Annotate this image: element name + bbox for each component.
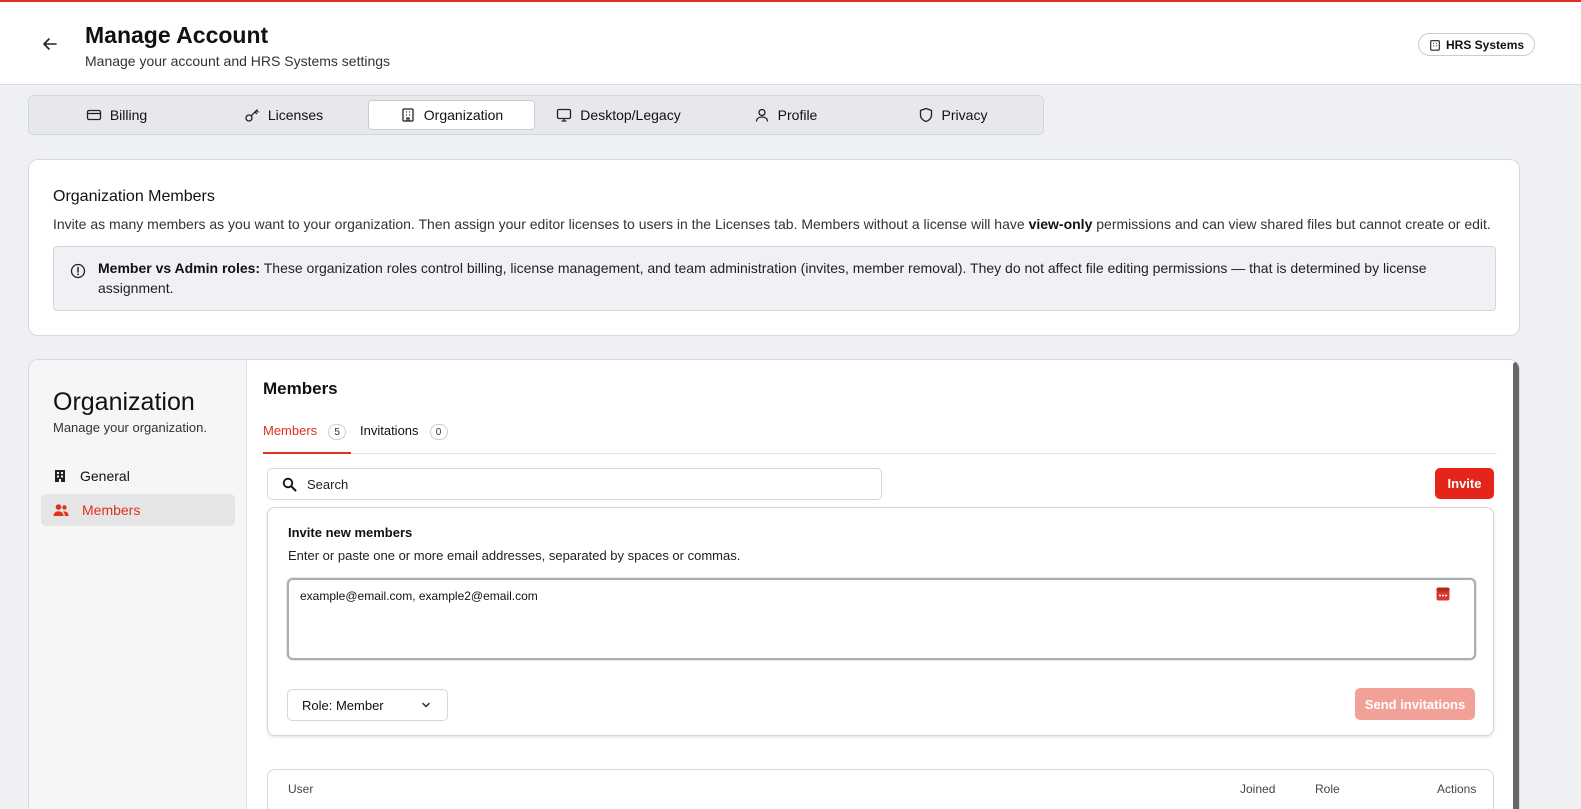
organization-panel: Organization Manage your organization. G… (28, 359, 1520, 809)
building-icon (1430, 39, 1440, 51)
members-title: Members (263, 379, 338, 398)
back-button[interactable] (36, 30, 64, 58)
org-sidebar: Organization Manage your organization. G… (29, 360, 247, 809)
sidebar-subtitle: Manage your organization. (53, 420, 207, 435)
card-description: Invite as many members as you want to yo… (53, 216, 1491, 232)
email-textarea-value: example@email.com, example2@email.com (300, 589, 538, 603)
subtab-invitations[interactable]: Invitations 0 (360, 423, 448, 454)
tab-organization[interactable]: Organization (368, 100, 535, 130)
tab-label: Billing (109, 107, 148, 123)
subtab-label: Members (263, 423, 318, 438)
subtab-label: Invitations (360, 423, 419, 438)
members-table: User Joined Role Actions (267, 769, 1494, 809)
tab-billing[interactable]: Billing (33, 100, 200, 130)
account-tabs: Billing Licenses Organization Desktop/Le… (28, 95, 1044, 135)
scrollbar[interactable] (1513, 362, 1519, 809)
count-badge: 0 (429, 424, 448, 440)
column-header-actions: Actions (1437, 782, 1477, 796)
monitor-icon (557, 108, 572, 122)
credit-card-icon (86, 109, 101, 121)
invite-panel: Invite new members Enter or paste one or… (267, 507, 1494, 736)
column-header-role[interactable]: Role (1315, 782, 1340, 796)
subtab-members[interactable]: Members 5 (263, 423, 351, 454)
tab-label: Profile (777, 107, 818, 123)
search-icon (282, 477, 297, 491)
column-header-user[interactable]: User (288, 782, 313, 796)
tab-label: Licenses (267, 107, 324, 123)
organization-members-card: Organization Members Invite as many memb… (28, 159, 1520, 336)
column-header-joined[interactable]: Joined (1240, 782, 1275, 796)
info-icon (70, 263, 86, 279)
org-chip-label: HRS Systems (1446, 37, 1525, 52)
page-header: Manage Account Manage your account and H… (0, 2, 1581, 85)
users-icon (53, 504, 69, 516)
members-subtabs: Members 5 Invitations 0 (263, 423, 1497, 454)
shield-icon (919, 107, 932, 123)
org-chip[interactable]: HRS Systems (1418, 33, 1536, 56)
sidebar-item-members[interactable]: Members (41, 494, 235, 526)
role-select[interactable]: Role: Member (287, 689, 448, 721)
tab-label: Desktop/Legacy (580, 107, 681, 123)
page-title: Manage Account (85, 22, 269, 48)
building-icon (55, 470, 65, 482)
sidebar-item-general[interactable]: General (41, 460, 235, 492)
send-invitations-button[interactable]: Send invitations (1355, 688, 1475, 720)
tab-desktop-legacy[interactable]: Desktop/Legacy (535, 100, 702, 130)
invite-panel-description: Enter or paste one or more email address… (288, 548, 741, 563)
page-subtitle: Manage your account and HRS Systems sett… (85, 53, 391, 69)
tab-label: Privacy (941, 107, 988, 123)
tab-profile[interactable]: Profile (702, 100, 869, 130)
building-icon (402, 108, 414, 122)
key-icon (245, 109, 259, 122)
sidebar-item-label: General (80, 468, 130, 484)
sidebar-item-label: Members (82, 502, 141, 518)
count-badge: 5 (328, 424, 347, 440)
view-only-emphasis: view-only (1028, 216, 1093, 232)
arrow-left-icon (43, 38, 57, 50)
roles-notice: Member vs Admin roles: These organizatio… (53, 246, 1496, 311)
invite-button[interactable]: Invite (1435, 468, 1494, 499)
search-box[interactable] (267, 468, 882, 500)
user-icon (755, 108, 768, 122)
notice-text: Member vs Admin roles: These organizatio… (98, 260, 1427, 296)
invite-panel-title: Invite new members (288, 525, 413, 540)
email-textarea[interactable]: example@email.com, example2@email.com (287, 578, 1476, 660)
sidebar-title: Organization (53, 388, 195, 416)
tab-label: Organization (423, 107, 504, 123)
card-title: Organization Members (53, 188, 215, 205)
password-manager-icon[interactable] (1436, 587, 1450, 601)
role-select-value: Role: Member (302, 697, 384, 713)
search-input[interactable] (307, 476, 847, 492)
tab-privacy[interactable]: Privacy (869, 100, 1036, 130)
tab-licenses[interactable]: Licenses (200, 100, 367, 130)
chevron-down-icon (422, 702, 430, 708)
